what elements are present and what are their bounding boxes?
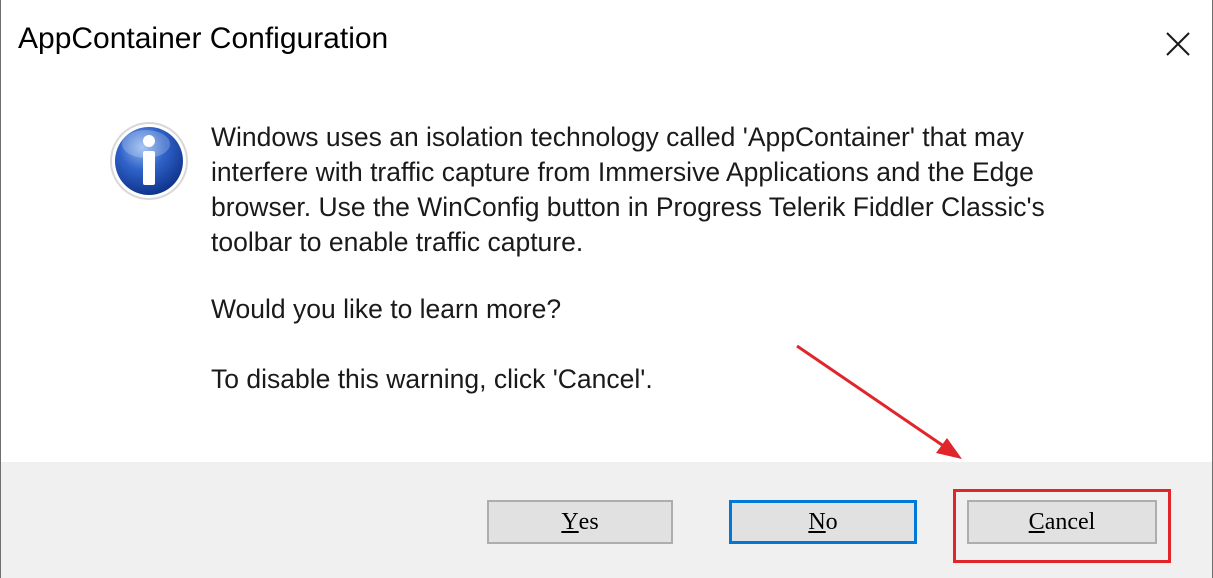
yes-mnemonic: Y	[561, 508, 579, 535]
message-text: Windows uses an isolation technology cal…	[211, 120, 1045, 260]
yes-label-rest: es	[578, 508, 599, 535]
no-button[interactable]: No	[729, 500, 917, 544]
message-line: Windows uses an isolation technology cal…	[211, 122, 1024, 152]
no-label-rest: o	[825, 508, 838, 535]
message-area: Windows uses an isolation technology cal…	[1, 82, 1212, 462]
cancel-label-rest: ancel	[1044, 508, 1096, 535]
close-button[interactable]	[1158, 24, 1198, 64]
yes-button[interactable]: Yes	[487, 500, 673, 544]
disable-hint-text: To disable this warning, click 'Cancel'.	[211, 364, 653, 394]
title-bar[interactable]: AppContainer Configuration	[1, 0, 1212, 82]
window-title: AppContainer Configuration	[18, 22, 389, 55]
appcontainer-dialog: AppContainer Configuration Windows uses …	[0, 0, 1213, 578]
message-line: toolbar to enable traffic capture.	[211, 227, 584, 257]
cancel-mnemonic: C	[1028, 508, 1045, 535]
info-icon	[110, 122, 188, 200]
question-text: Would you like to learn more?	[211, 294, 562, 324]
no-mnemonic: N	[808, 508, 826, 535]
cancel-button[interactable]: Cancel	[967, 500, 1157, 544]
close-icon	[1166, 32, 1190, 56]
message-line: interfere with traffic capture from Imme…	[211, 157, 1034, 187]
message-line: browser. Use the WinConfig button in Pro…	[211, 192, 1045, 222]
button-bar: Yes No Cancel	[1, 462, 1212, 578]
